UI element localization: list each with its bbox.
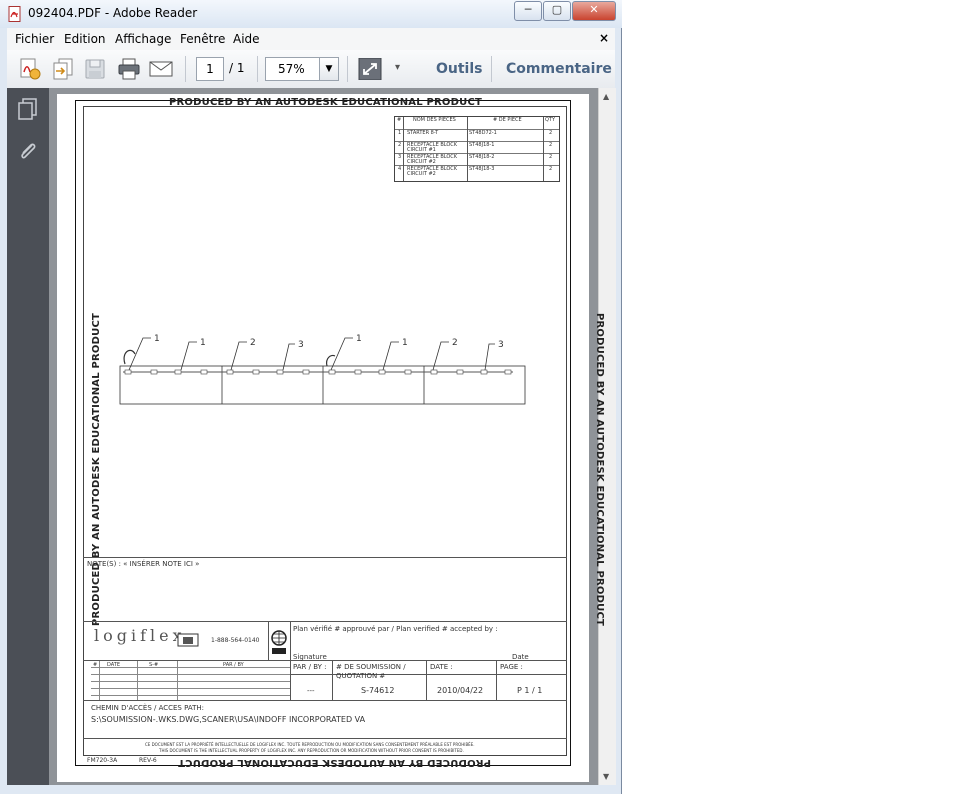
path-value: S:\SOUMISSION-.WKS.DWG,SCANER\USA\INDOFF… (91, 715, 366, 724)
scroll-down-icon[interactable]: ▼ (603, 772, 609, 781)
quote-label: # DE SOUMISSION / QUOTATION # (336, 663, 406, 680)
page-number-input[interactable]: 1 (196, 57, 224, 81)
part-number-cell: 4 (398, 166, 402, 172)
page-label: PAGE : (500, 663, 523, 671)
callout-label: 3 (298, 340, 304, 350)
toolbar-separator (347, 56, 348, 82)
part-name-cell: RECEPTACLE BLOCK CIRCUIT #2 (407, 166, 458, 177)
phone-icon (177, 633, 199, 647)
fit-window-icon[interactable] (358, 58, 382, 80)
footer-french: CE DOCUMENT EST LA PROPRIÉTÉ INTELLECTUE… (145, 742, 475, 747)
part-qty-cell: 2 (549, 166, 553, 172)
date-field-label: DATE : (430, 663, 453, 671)
part-code-cell: ST48J18-2 (469, 154, 495, 160)
email-icon[interactable] (149, 58, 173, 80)
menu-edition[interactable]: Edition (64, 32, 106, 46)
part-number-cell: 2 (398, 142, 402, 148)
callout-label: 2 (452, 338, 458, 348)
maximize-button[interactable]: ▢ (543, 1, 571, 21)
page-value: P 1 / 1 (517, 686, 543, 695)
part-number-cell: 3 (398, 154, 402, 160)
scroll-up-icon[interactable]: ▲ (603, 92, 609, 101)
more-tools-chevron-icon[interactable]: ▾ (395, 62, 400, 73)
callout-label: 3 (498, 340, 504, 350)
header-part-name: NOM DES PIÈCES (413, 117, 456, 123)
comment-button[interactable]: Commentaire (506, 61, 612, 77)
part-code-cell: ST48J18-3 (469, 166, 495, 172)
watermark-bottom: PRODUCED BY AN AUTODESK EDUCATIONAL PROD… (178, 757, 491, 768)
date-label: Date (512, 653, 529, 661)
toolbar-separator (185, 56, 186, 82)
navigation-pane (7, 88, 49, 785)
callout-label: 1 (200, 338, 206, 348)
par-by-label: PAR / BY : (293, 663, 327, 671)
header-qty: QTY (545, 117, 556, 123)
part-number-cell: 1 (398, 130, 402, 136)
toolbar: 1 / 1 57% ▼ ▾ Outils Commentaire (7, 50, 615, 89)
pdf-page: PRODUCED BY AN AUTODESK EDUCATIONAL PROD… (57, 94, 605, 782)
close-window-button[interactable]: ✕ (572, 1, 616, 21)
part-name-cell: RECEPTACLE BLOCK CIRCUIT #1 (407, 142, 458, 153)
part-name-cell: STARTER 8-T (407, 130, 439, 136)
callout-label: 2 (250, 338, 256, 348)
callout-label: 1 (402, 338, 408, 348)
footer-english: THIS DOCUMENT IS THE INTELLECTUAL PROPER… (159, 748, 464, 753)
window-title: 092404.PDF - Adobe Reader (28, 6, 198, 20)
quote-value: S-74612 (361, 686, 395, 695)
page-thumbnails-icon[interactable] (16, 97, 40, 121)
parts-list-table: # NOM DES PIÈCES # DE PIÈCE QTY 1 STARTE… (394, 116, 560, 182)
logo-phone: 1-888-564-0140 (211, 637, 260, 644)
tools-button[interactable]: Outils (436, 61, 483, 77)
watermark-top: PRODUCED BY AN AUTODESK EDUCATIONAL PROD… (169, 97, 482, 108)
callout-label: 1 (356, 334, 362, 344)
parts-header-row: # NOM DES PIÈCES # DE PIÈCE QTY (395, 117, 559, 129)
track-assembly-drawing: 1 1 2 3 1 1 2 3 (119, 334, 526, 405)
header-part-number: # DE PIÈCE (493, 117, 522, 123)
watermark-right: PRODUCED BY AN AUTODESK EDUCATIONAL PROD… (594, 313, 605, 626)
toolbar-separator (257, 56, 258, 82)
part-name-cell: RECEPTACLE BLOCK CIRCUIT #2 (407, 154, 458, 165)
pdf-file-icon (8, 6, 21, 22)
menu-aide[interactable]: Aide (233, 32, 260, 46)
form-code: FM720-3A (87, 757, 118, 764)
notes-text: NOTE(S) : « INSÉRER NOTE ICI » (87, 560, 200, 568)
header-number: # (397, 117, 402, 123)
chevron-down-icon[interactable]: ▼ (319, 58, 338, 80)
part-code-cell: ST48J18-1 (469, 142, 495, 148)
attachment-icon[interactable] (16, 139, 40, 163)
save-icon[interactable] (83, 58, 107, 80)
close-document-button[interactable]: × (599, 31, 609, 45)
approval-text: Plan vérifié # approuvé par / Plan verif… (293, 625, 498, 633)
callout-label: 1 (154, 334, 160, 344)
logiflex-logo: logiflex (94, 626, 186, 645)
window-controls: ─ ▢ ✕ (513, 1, 616, 21)
combine-files-icon[interactable] (51, 58, 75, 80)
watermark-left: PRODUCED BY AN AUTODESK EDUCATIONAL PROD… (91, 313, 102, 626)
zoom-select[interactable]: 57% ▼ (265, 57, 339, 81)
zoom-value: 57% (278, 62, 305, 76)
menu-fenetre[interactable]: Fenêtre (180, 32, 225, 46)
part-qty-cell: 2 (549, 130, 553, 136)
minimize-button[interactable]: ─ (514, 1, 542, 21)
toolbar-separator (491, 56, 492, 82)
date-value: 2010/04/22 (437, 686, 484, 695)
menu-fichier[interactable]: Fichier (15, 32, 54, 46)
menu-bar: Fichier Edition Affichage Fenêtre Aide × (7, 28, 615, 51)
page-total: / 1 (229, 61, 245, 75)
part-code-cell: ST48D72-1 (469, 130, 497, 136)
create-pdf-icon[interactable] (17, 58, 41, 80)
menu-affichage[interactable]: Affichage (115, 32, 171, 46)
print-icon[interactable] (117, 58, 141, 80)
par-by-value: --- (307, 687, 315, 695)
signature-label: Signature (293, 653, 327, 661)
globe-seal-icon (271, 630, 287, 654)
path-label: CHEMIN D'ACCÈS / ACCES PATH: (91, 704, 205, 712)
rev-code: REV-6 (139, 757, 157, 764)
title-bar: 092404.PDF - Adobe Reader ─ ▢ ✕ (0, 0, 622, 28)
part-qty-cell: 2 (549, 154, 553, 160)
parts-row: 4 RECEPTACLE BLOCK CIRCUIT #2 ST48J18-3 … (395, 165, 559, 178)
part-qty-cell: 2 (549, 142, 553, 148)
